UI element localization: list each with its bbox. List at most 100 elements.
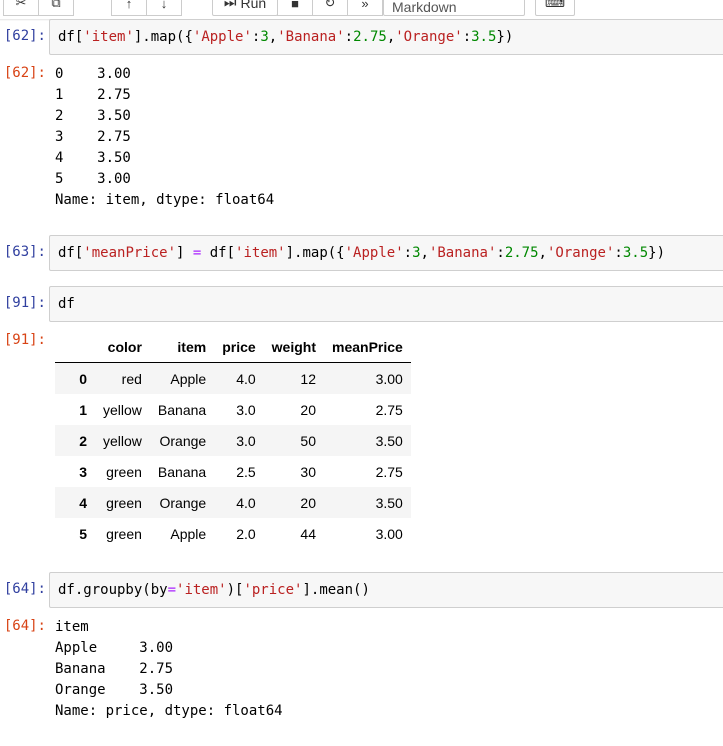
table-cell: 4.0 [236, 370, 256, 387]
table-cell: 30 [300, 463, 316, 480]
run-label: Run [240, 0, 267, 11]
code-token: 3 [260, 29, 269, 45]
fast-forward-icon[interactable]: » [347, 0, 383, 16]
code-token: 'Orange' [546, 245, 615, 261]
row-index: 3 [79, 463, 87, 480]
code-token: )[ [226, 582, 244, 598]
table-cell: Apple [170, 370, 207, 387]
table-cell: 2.75 [375, 401, 403, 418]
table-row: 5 green Apple 2.0 44 3.00 [55, 518, 411, 549]
edit-button-group: ✂ ⧉ [3, 0, 74, 16]
code-token: df.groupby(by [58, 582, 168, 598]
cut-icon[interactable]: ✂ [3, 0, 39, 16]
command-palette-button[interactable]: ⌨ [535, 0, 575, 16]
table-cell: 2.0 [236, 525, 256, 542]
column-header: price [214, 331, 264, 363]
code-token: , [386, 29, 396, 45]
code-token: 2.75 [353, 29, 387, 45]
code-token: df[ [201, 245, 236, 261]
code-token: 'item' [235, 245, 286, 261]
code-token: = [167, 582, 177, 598]
row-index: 1 [79, 401, 87, 418]
code-cell-64[interactable]: df.groupby(by='item')['price'].mean() [49, 572, 723, 608]
row-index: 0 [79, 370, 87, 387]
table-cell: Apple [170, 525, 207, 542]
code-token: 3.5 [622, 245, 649, 261]
code-token: : [462, 29, 472, 45]
code-token: 'Banana' [277, 29, 345, 45]
code-token: 'meanPrice' [83, 245, 177, 261]
table-row: 3 green Banana 2.5 30 2.75 [55, 456, 411, 487]
input-prompt: [91]: [3, 295, 46, 311]
table-cell: green [106, 494, 142, 511]
code-cell-91[interactable]: df [49, 286, 723, 322]
table-cell: 3.50 [375, 494, 403, 511]
code-token: ].map({ [285, 245, 345, 261]
code-token: }) [496, 29, 514, 45]
table-cell: 20 [300, 401, 316, 418]
input-prompt: [64]: [3, 581, 46, 597]
code-token: 'item' [83, 29, 134, 45]
code-token: 3 [412, 245, 421, 261]
move-down-icon[interactable]: ↓ [146, 0, 182, 16]
code-token: 'Apple' [344, 245, 404, 261]
code-token: 'price' [243, 582, 303, 598]
column-header: color [95, 331, 150, 363]
code-cell-63[interactable]: df['meanPrice'] = df['item'].map({'Apple… [49, 235, 723, 271]
table-cell: 3.00 [375, 370, 403, 387]
table-cell: Banana [157, 401, 207, 418]
table-row: 4 green Orange 4.0 20 3.50 [55, 487, 411, 518]
table-cell: yellow [103, 432, 142, 449]
code-line: df.groupby(by='item')['price'].mean() [58, 582, 370, 598]
code-token: ].map({ [133, 29, 193, 45]
code-token: 'Orange' [395, 29, 463, 45]
output-text: 0 3.00 1 2.75 2 3.50 3 2.75 4 3.50 5 3.0… [55, 66, 275, 208]
restart-icon[interactable]: ↻ [312, 0, 348, 16]
table-cell: 12 [300, 370, 316, 387]
table-cell: Orange [159, 432, 207, 449]
table-cell: 3.0 [236, 432, 256, 449]
table-cell: 50 [300, 432, 316, 449]
code-token: , [420, 245, 429, 261]
table-row: 1 yellow Banana 3.0 20 2.75 [55, 394, 411, 425]
table-cell: Orange [159, 494, 207, 511]
table-cell: 3.0 [236, 401, 256, 418]
code-token: ].mean() [302, 582, 370, 598]
run-button[interactable]: ⏭ Run [212, 0, 278, 16]
table-row: 2 yellow Orange 3.0 50 3.50 [55, 425, 411, 456]
table-cell: 3.50 [375, 432, 403, 449]
code-token: : [496, 245, 505, 261]
code-token: df[ [58, 245, 84, 261]
code-token: : [403, 245, 413, 261]
output-prompt: [91]: [3, 332, 46, 348]
row-index: 5 [79, 525, 87, 542]
code-cell-62[interactable]: df['item'].map({'Apple':3,'Banana':2.75,… [49, 19, 723, 55]
stop-icon[interactable]: ■ [277, 0, 313, 16]
code-line: df [58, 296, 75, 312]
column-header: meanPrice [324, 331, 411, 363]
move-up-icon[interactable]: ↑ [111, 0, 147, 16]
code-token: 3.5 [471, 29, 497, 45]
table-cell: green [106, 525, 142, 542]
code-token: 'item' [176, 582, 227, 598]
kernel-button-group: ■ ↻ » [277, 0, 383, 16]
code-token: 'Banana' [428, 245, 497, 261]
row-index: 4 [79, 494, 87, 511]
code-token: }) [648, 245, 666, 261]
cell-type-value: Markdown [392, 0, 457, 15]
table-cell: 4.0 [236, 494, 256, 511]
table-cell: 3.00 [375, 525, 403, 542]
output-prompt: [62]: [3, 65, 46, 81]
table-cell: red [121, 370, 142, 387]
run-icon: ⏭ [223, 0, 237, 10]
table-cell: Banana [157, 463, 207, 480]
notebook-toolbar: ✂ ⧉ ↑ ↓ ⏭ Run ■ ↻ » Markdown ⌨ [0, 0, 723, 20]
code-line: df['meanPrice'] = df['item'].map({'Apple… [58, 245, 665, 261]
input-prompt: [62]: [3, 28, 46, 44]
cell-type-select[interactable]: Markdown [383, 0, 525, 16]
dataframe-table: color item price weight meanPrice 0 red Apple 4… [55, 331, 411, 549]
code-token: , [538, 245, 547, 261]
input-prompt: [63]: [3, 244, 46, 260]
copy-icon[interactable]: ⧉ [38, 0, 74, 16]
move-button-group: ↑ ↓ [111, 0, 182, 16]
